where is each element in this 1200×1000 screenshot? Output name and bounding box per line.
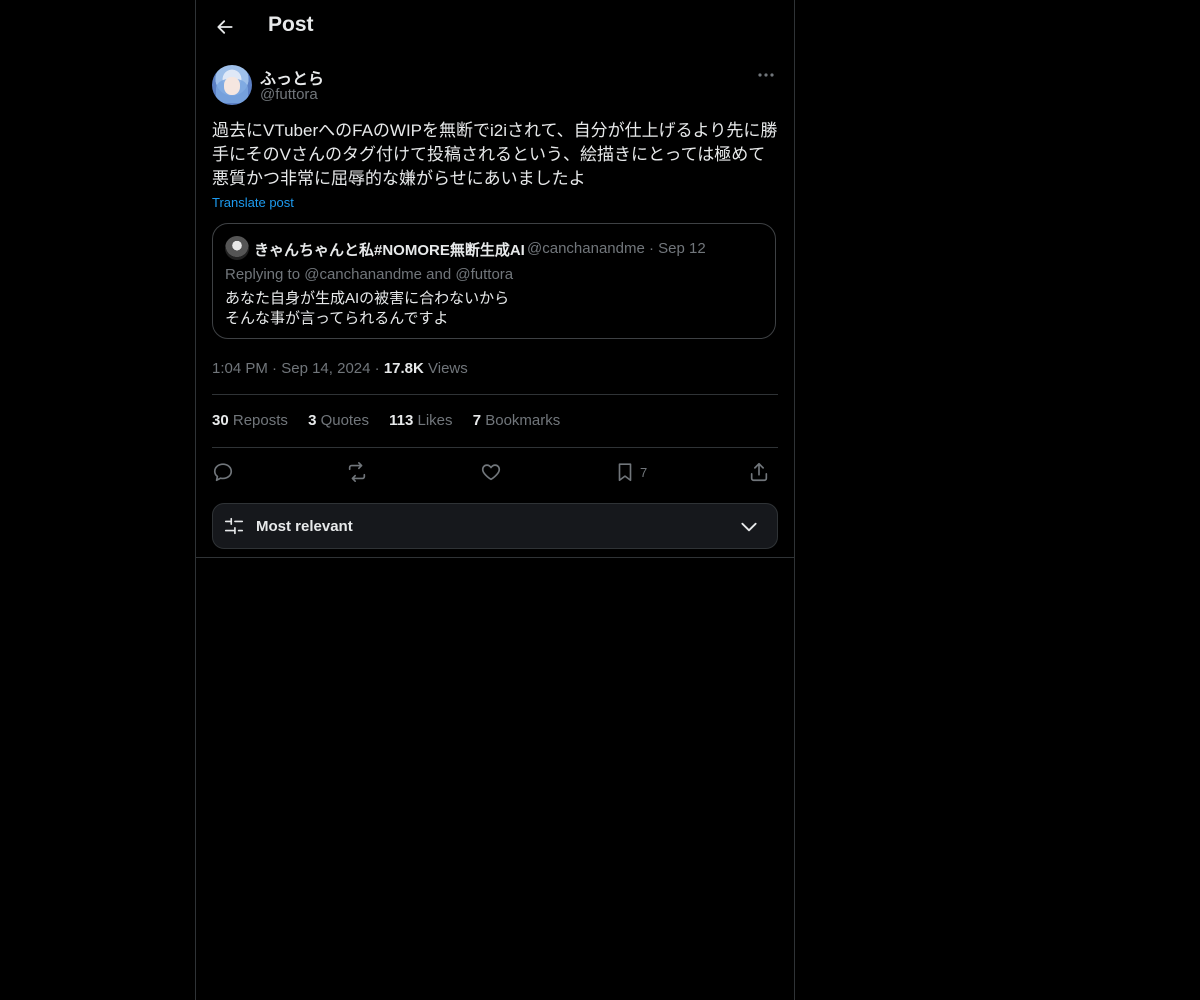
bookmark-icon — [618, 463, 632, 482]
more-button[interactable] — [754, 65, 778, 85]
main-column: Post ふっとら @futtora 過去にVTuberへのFAのWIPを無断で… — [195, 0, 795, 1000]
quoted-post[interactable]: きゃんちゃんと私#NOMORE無断生成AI @canchanandme · Se… — [212, 223, 776, 339]
quotes-stat[interactable]: 3 Quotes — [308, 412, 369, 429]
post-meta: 1:04 PM · Sep 14, 2024 · 17.8K Views — [212, 360, 468, 377]
quote-meta: @canchanandme · Sep 12 — [527, 240, 706, 257]
bookmark-count: 7 — [640, 464, 648, 480]
author-handle[interactable]: @futtora — [260, 86, 318, 103]
arrow-left-icon — [217, 20, 233, 34]
post-text-line: 悪質かつ非常に屈辱的な嫌がらせにあいましたよ — [212, 169, 586, 188]
repost-button[interactable] — [346, 459, 368, 485]
meta-separator: · — [272, 360, 278, 377]
quote-text-line: そんな事が言ってられるんですよ — [225, 310, 449, 327]
bookmarks-stat[interactable]: 7 Bookmarks — [473, 412, 561, 429]
sort-replies-dropdown[interactable]: Most relevant — [212, 503, 778, 549]
post-text-line: 手にそのVさんのタグ付けて投稿されるという、絵描きにとっては極めて — [212, 145, 766, 164]
heart-icon — [481, 464, 501, 481]
quote-avatar[interactable] — [225, 236, 249, 260]
reposts-count: 30 — [212, 412, 229, 429]
divider — [212, 447, 778, 448]
more-horizontal-icon — [758, 73, 774, 77]
bookmark-button[interactable]: 7 — [614, 459, 647, 485]
post-author: ふっとら @futtora — [212, 65, 778, 107]
share-button[interactable] — [748, 459, 770, 485]
quotes-count: 3 — [308, 412, 317, 429]
sort-label: Most relevant — [256, 518, 353, 535]
quotes-label: Quotes — [320, 412, 369, 429]
post-date[interactable]: Sep 14, 2024 — [281, 360, 370, 377]
reply-icon — [213, 463, 233, 482]
post-text-line: 過去にVTuberへのFAのWIPを無断でi2iされて、自分が仕上げるより先に勝 — [212, 121, 778, 140]
likes-count: 113 — [389, 412, 414, 429]
back-button[interactable] — [210, 12, 240, 42]
quote-replying-to: Replying to @canchanandme and @futtora — [225, 266, 514, 283]
divider — [196, 557, 794, 558]
repost-icon — [348, 462, 366, 482]
post-text: 過去にVTuberへのFAのWIPを無断でi2iされて、自分が仕上げるより先に勝… — [212, 119, 782, 191]
header: Post — [196, 0, 794, 55]
like-button[interactable] — [480, 459, 502, 485]
meta-separator: · — [374, 360, 380, 377]
bookmarks-label: Bookmarks — [485, 412, 561, 429]
share-icon — [750, 462, 768, 482]
reply-button[interactable] — [212, 459, 234, 485]
likes-label: Likes — [417, 412, 453, 429]
page-title: Post — [268, 13, 314, 36]
quote-handle: @canchanandme — [527, 240, 645, 257]
quote-text: あなた自身が生成AIの被害に合わないから そんな事が言ってられるんですよ — [225, 289, 509, 329]
views-label: Views — [428, 360, 468, 377]
quote-display-name[interactable]: きゃんちゃんと私#NOMORE無断生成AI — [254, 239, 525, 260]
divider — [212, 394, 778, 395]
avatar[interactable] — [212, 65, 252, 105]
quote-date: Sep 12 — [658, 240, 706, 257]
quote-separator: · — [648, 240, 654, 257]
likes-stat[interactable]: 113 Likes — [389, 412, 452, 429]
bookmarks-count: 7 — [472, 412, 482, 429]
post-time[interactable]: 1:04 PM — [212, 360, 268, 377]
quote-text-line: あなた自身が生成AIの被害に合わないから — [225, 290, 510, 307]
chevron-down-icon — [741, 522, 757, 532]
post-stats: 30 Reposts 3 Quotes 113 Likes 7 Bookmark… — [212, 412, 576, 429]
views-count: 17.8K — [383, 360, 424, 377]
translate-post-link[interactable]: Translate post — [212, 195, 294, 210]
action-bar: 7 — [212, 459, 778, 485]
reposts-stat[interactable]: 30 Reposts — [212, 412, 288, 429]
reposts-label: Reposts — [232, 412, 288, 429]
sliders-icon — [224, 517, 244, 535]
